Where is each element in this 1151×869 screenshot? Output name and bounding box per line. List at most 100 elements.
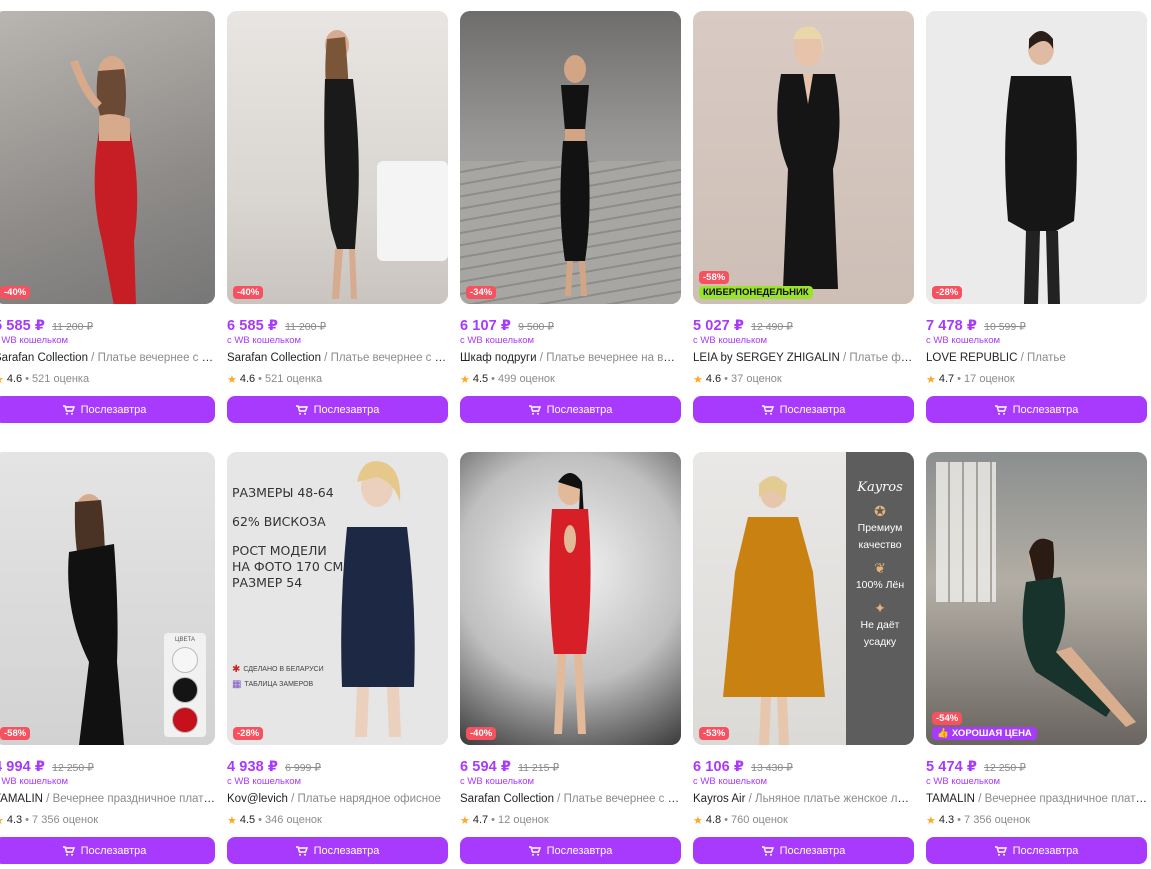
product-card[interactable]: -58% КИБЕРПОНЕДЕЛЬНИК 5 027 ₽ 12 490 ₽ с W…: [693, 11, 914, 423]
price: 4 938 ₽: [227, 759, 279, 775]
product-card[interactable]: -40% 6 594 ₽ 11 215 ₽ с WB кошельком Sara…: [460, 452, 681, 864]
price: 6 106 ₽: [693, 759, 745, 775]
price: 5 585 ₽: [0, 318, 46, 334]
product-photo[interactable]: ЦВЕТА -58%: [0, 452, 215, 745]
rating: ★ 4.6 • 37 оценок: [693, 373, 782, 386]
wallet-label: с WB кошельком: [693, 335, 768, 346]
product-photo[interactable]: -54% 👍 ХОРОШАЯ ЦЕНА: [926, 452, 1147, 745]
discount-badge: -28%: [233, 727, 264, 740]
cart-icon: [62, 845, 75, 856]
review-count: 7 356 оценок: [32, 814, 99, 826]
product-card[interactable]: -40% 5 585 ₽ 11 200 ₽ с WB кошельком Sara…: [0, 11, 215, 423]
star-icon: ★: [227, 373, 237, 386]
product-title[interactable]: Kov@levich / Платье нарядное офисное: [227, 793, 448, 808]
brand: LOVE REPUBLIC: [926, 352, 1018, 364]
product-name: Платье нарядное офисное: [297, 793, 441, 805]
add-to-cart-button[interactable]: Послезавтра: [926, 396, 1147, 423]
add-to-cart-button[interactable]: Послезавтра: [693, 396, 914, 423]
price: 6 585 ₽: [227, 318, 279, 334]
old-price: 10 599 ₽: [984, 321, 1026, 333]
product-name: Платье футляр: [849, 352, 914, 364]
cart-icon: [994, 404, 1007, 415]
product-photo[interactable]: РАЗМЕРЫ 48-64 62% ВИСКОЗА РОСТ МОДЕЛИ НА…: [227, 452, 448, 745]
star-icon: ★: [926, 814, 936, 827]
product-card[interactable]: -40% 6 585 ₽ 11 200 ₽ с WB кошельком Sara…: [227, 11, 448, 423]
rating: ★ 4.5 • 499 оценок: [460, 373, 555, 386]
price: 6 594 ₽: [460, 759, 512, 775]
review-count: 521 оценка: [32, 373, 90, 385]
discount-badge: -54%: [932, 712, 963, 725]
product-photo[interactable]: -40%: [0, 11, 215, 304]
product-title[interactable]: Шкаф подруги / Платье вечернее на выпуск…: [460, 352, 681, 367]
add-to-cart-button[interactable]: Послезавтра: [460, 396, 681, 423]
star-icon: ★: [0, 373, 4, 386]
wallet-label: с WB кошельком: [0, 335, 69, 346]
cart-icon: [528, 404, 541, 415]
discount-badge: -28%: [932, 286, 963, 299]
product-name: Платье вечернее с открытой спиной: [330, 352, 448, 364]
product-grid: -40% 5 585 ₽ 11 200 ₽ с WB кошельком Sara…: [0, 11, 1147, 864]
product-photo[interactable]: -40%: [460, 452, 681, 745]
promo-badge: 👍 ХОРОШАЯ ЦЕНА: [932, 727, 1037, 740]
old-price: 12 490 ₽: [751, 321, 793, 333]
star-icon: ★: [693, 373, 703, 386]
brand: Kayros Air: [693, 793, 746, 805]
product-title[interactable]: LOVE REPUBLIC / Платье: [926, 352, 1147, 367]
price: 4 994 ₽: [0, 759, 46, 775]
add-to-cart-button[interactable]: Послезавтра: [0, 837, 215, 864]
product-photo[interactable]: -40%: [227, 11, 448, 304]
rating: ★ 4.5 • 346 оценок: [227, 814, 322, 827]
product-title[interactable]: Sarafan Collection / Платье вечернее с о…: [460, 793, 681, 808]
rating: ★4.6•521 оценка: [227, 373, 323, 386]
price: 6 107 ₽: [460, 318, 512, 334]
discount-badge: -40%: [466, 727, 497, 740]
product-photo[interactable]: -28%: [926, 11, 1147, 304]
leaf-icon: ❦: [874, 560, 886, 576]
brand: Sarafan Collection: [227, 352, 321, 364]
add-to-cart-button[interactable]: Послезавтра: [693, 837, 914, 864]
add-to-cart-button[interactable]: Послезавтра: [926, 837, 1147, 864]
medal-icon: ✪: [874, 503, 886, 519]
old-price: 6 999 ₽: [285, 762, 321, 774]
product-card[interactable]: РАЗМЕРЫ 48-64 62% ВИСКОЗА РОСТ МОДЕЛИ НА…: [227, 452, 448, 864]
product-photo[interactable]: -58% КИБЕРПОНЕДЕЛЬНИК: [693, 11, 914, 304]
product-name: Платье: [1027, 352, 1066, 364]
product-photo[interactable]: -34%: [460, 11, 681, 304]
star-icon: ★: [0, 814, 4, 827]
product-card[interactable]: -54% 👍 ХОРОШАЯ ЦЕНА 5 474 ₽ 12 250 ₽ с WB к…: [926, 452, 1147, 864]
product-card[interactable]: -34% 6 107 ₽ 9 500 ₽ с WB кошельком Шкаф …: [460, 11, 681, 423]
star-icon: ★: [227, 814, 237, 827]
review-count: 499 оценок: [498, 373, 555, 385]
brand: Sarafan Collection: [0, 352, 88, 364]
product-title[interactable]: TAMALIN / Вечернее праздничное платье: [926, 793, 1147, 808]
product-card[interactable]: Kayros ✪ Премиум качество ❦ 100% Лён ✦ Не да…: [693, 452, 914, 864]
star-icon: ★: [693, 814, 703, 827]
product-title[interactable]: TAMALIN / Вечернее праздничное платье: [0, 793, 215, 808]
wallet-label: с WB кошельком: [926, 335, 1001, 346]
product-title[interactable]: LEIA by SERGEY ZHIGALIN / Платье футляр: [693, 352, 914, 367]
discount-badge: -58%: [699, 271, 730, 284]
add-to-cart-button[interactable]: Послезавтра: [227, 396, 448, 423]
product-photo[interactable]: Kayros ✪ Премиум качество ❦ 100% Лён ✦ Не да…: [693, 452, 914, 745]
brand: LEIA by SERGEY ZHIGALIN: [693, 352, 840, 364]
star-icon: ★: [926, 373, 936, 386]
discount-badge: -34%: [466, 286, 497, 299]
old-price: 9 500 ₽: [518, 321, 554, 333]
old-price: 11 200 ₽: [52, 321, 94, 333]
wallet-label: с WB кошельком: [693, 776, 768, 787]
cart-icon: [528, 845, 541, 856]
color-black-swatch: [172, 677, 198, 703]
rating: ★ 4.7 • 17 оценок: [926, 373, 1015, 386]
brand: Шкаф подруги: [460, 352, 537, 364]
old-price: 11 200 ₽: [285, 321, 327, 333]
product-card[interactable]: -28% 7 478 ₽ 10 599 ₽ с WB кошельком LOVE…: [926, 11, 1147, 423]
add-to-cart-button[interactable]: Послезавтра: [0, 396, 215, 423]
add-to-cart-button[interactable]: Послезавтра: [460, 837, 681, 864]
product-title[interactable]: Sarafan Collection / Платье вечернее с о…: [0, 352, 215, 367]
review-count: 17 оценок: [964, 373, 1015, 385]
product-title[interactable]: Sarafan Collection / Платье вечернее с о…: [227, 352, 448, 367]
add-to-cart-button[interactable]: Послезавтра: [227, 837, 448, 864]
product-title[interactable]: Kayros Air / Льняное платье женское летн…: [693, 793, 914, 808]
product-card[interactable]: ЦВЕТА -58% 4 994 ₽ 12 250 ₽ с WB кошелько…: [0, 452, 215, 864]
wallet-label: с WB кошельком: [460, 776, 535, 787]
